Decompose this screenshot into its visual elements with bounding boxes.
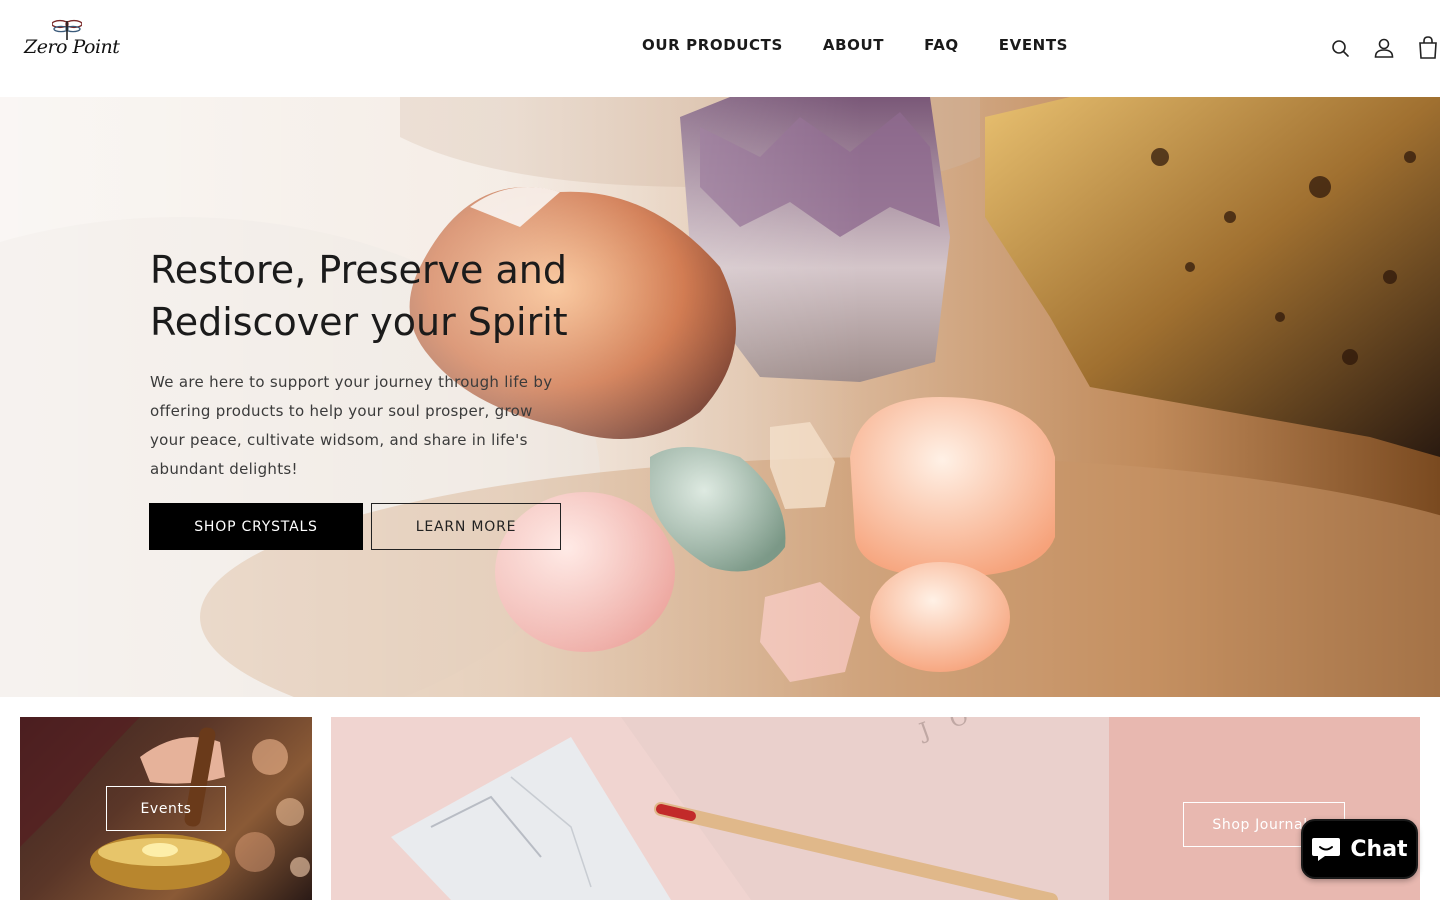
logo-text: Zero Point [24,36,120,58]
hero-description: We are here to support your journey thro… [150,373,553,478]
account-icon[interactable] [1372,34,1396,62]
nav-our-products[interactable]: OUR PRODUCTS [642,36,783,54]
events-button[interactable]: Events [106,786,226,831]
nav-events[interactable]: EVENTS [999,36,1068,54]
main-nav: OUR PRODUCTS ABOUT FAQ EVENTS [642,36,1068,54]
journals-tile[interactable]: J O U Shop Journals [331,717,1420,900]
site-header: Zero Point OUR PRODUCTS ABOUT FAQ EVENTS [0,0,1440,97]
hero-banner: Restore, Preserve and Rediscover your Sp… [0,97,1440,697]
chat-widget-button[interactable]: Chat [1301,819,1418,879]
shop-crystals-button[interactable]: SHOP CRYSTALS [149,503,363,550]
chat-bubble-icon [1312,838,1341,861]
learn-more-button[interactable]: LEARN MORE [371,503,561,550]
nav-about[interactable]: ABOUT [823,36,884,54]
events-tile[interactable]: Events [20,717,312,900]
chat-label: Chat [1350,836,1408,862]
nav-faq[interactable]: FAQ [924,36,959,54]
cart-icon[interactable] [1416,34,1440,62]
header-icons [1328,34,1440,62]
hero-title: Restore, Preserve and Rediscover your Sp… [150,248,568,344]
search-icon[interactable] [1328,34,1352,62]
site-logo[interactable]: Zero Point [24,18,120,64]
